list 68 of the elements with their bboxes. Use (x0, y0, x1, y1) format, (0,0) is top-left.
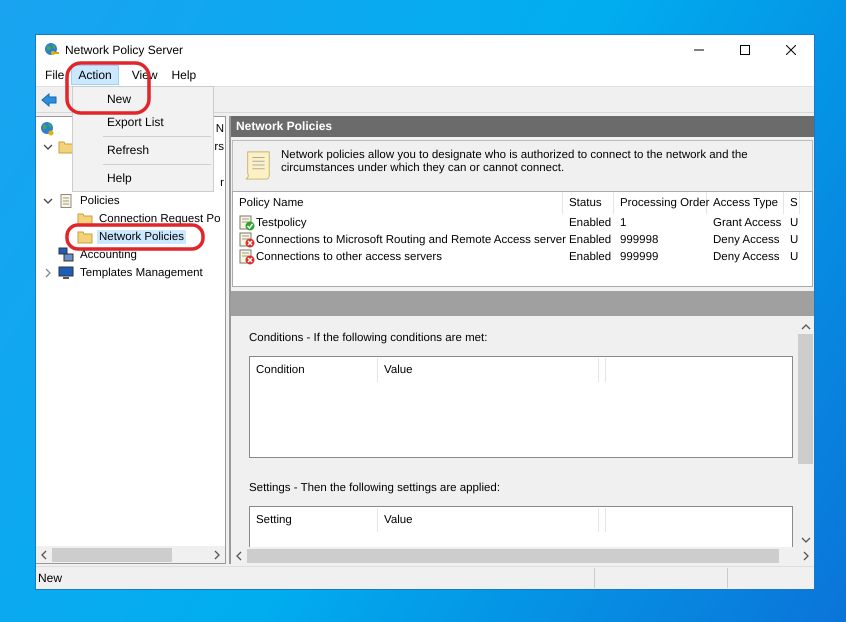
table-cell-text: Grant Access (712, 216, 782, 228)
column-header[interactable]: S (784, 192, 800, 214)
menu-item[interactable]: File (38, 65, 72, 85)
status-text: New (37, 571, 64, 585)
scroll-right-icon (803, 550, 809, 560)
maximize-icon (740, 44, 750, 54)
panel-header: Network Policies (231, 116, 814, 140)
minimize-icon (694, 48, 704, 50)
table-cell-text: U (789, 216, 800, 228)
tree-item[interactable]: Policies (78, 194, 122, 208)
tree-item[interactable]: Network Policies (97, 230, 186, 244)
back-button[interactable] (39, 90, 59, 108)
table-cell: Connections to other access servers (256, 250, 442, 262)
scroll-up-icon (800, 324, 810, 330)
tree-item[interactable]: Connection Request Po (97, 212, 222, 226)
table-cell: Connections to Microsoft Routing and Remote Access server (256, 234, 566, 246)
table-cell-text: 1 (619, 216, 628, 228)
back-arrow-icon (41, 92, 57, 106)
policy-allow-icon (239, 214, 255, 230)
expand-icon[interactable] (45, 268, 51, 278)
tree-item[interactable]: r (218, 176, 225, 190)
column-header[interactable]: Processing Order (614, 192, 707, 214)
tree-item[interactable]: N (214, 122, 225, 136)
collapse-icon[interactable] (43, 198, 53, 204)
scroll-down-icon (800, 537, 810, 543)
globe-icon (40, 121, 56, 137)
table-cell: Testpolicy (256, 216, 306, 228)
computers-icon (58, 247, 74, 263)
table-cell-text: U (789, 250, 800, 262)
folder-icon (58, 139, 74, 155)
tree-item[interactable]: Accounting (78, 248, 139, 262)
monitor-icon (58, 265, 74, 281)
column-header[interactable]: Policy Name (233, 192, 563, 214)
window-title: Network Policy Server (65, 42, 184, 56)
description-text: Network policies allow you to designate who is authorized to connect to the network and the circumstances under which they can or cannot connect. (281, 149, 749, 176)
table-cell-text: Enabled (568, 250, 612, 262)
tree-item[interactable]: rs (212, 140, 225, 154)
scroll-right-icon (214, 550, 220, 560)
menu-item[interactable]: Help (73, 167, 213, 190)
column-header[interactable]: Value (378, 508, 599, 532)
section-heading: Settings - Then the following settings are applied: (249, 482, 502, 494)
collapse-icon[interactable] (43, 144, 53, 150)
menu-item[interactable]: Help (164, 65, 204, 85)
table-cell-text: Deny Access (712, 250, 780, 262)
scroll-left-icon (236, 550, 242, 560)
table-cell-text: Deny Access (712, 234, 780, 246)
menu-item[interactable]: New (73, 88, 213, 111)
menu-item[interactable]: Export List (73, 111, 213, 134)
horizontal-scrollbar[interactable] (36, 546, 225, 563)
menu-item[interactable]: Action (71, 65, 119, 85)
section-heading: Conditions - If the following conditions are met: (249, 332, 488, 344)
scroll-left-icon (41, 550, 47, 560)
column-header[interactable]: Condition (250, 358, 378, 382)
policy-deny-icon (239, 232, 255, 248)
column-header[interactable]: Value (378, 358, 599, 382)
close-icon (786, 44, 796, 54)
tree-item[interactable]: Templates Management (78, 266, 205, 280)
globe-key-icon (44, 42, 60, 58)
table-cell-text: 999999 (619, 250, 660, 262)
scroll-icon (58, 193, 74, 209)
column-header[interactable]: Status (563, 192, 614, 214)
table-cell-text: Enabled (568, 216, 612, 228)
table-cell-text: U (789, 234, 800, 246)
folder-icon (77, 229, 93, 245)
policy-deny-icon (239, 248, 255, 264)
column-header[interactable]: Setting (250, 508, 378, 532)
table-cell-text: 999998 (619, 234, 660, 246)
menu-item[interactable]: Refresh (73, 139, 213, 162)
